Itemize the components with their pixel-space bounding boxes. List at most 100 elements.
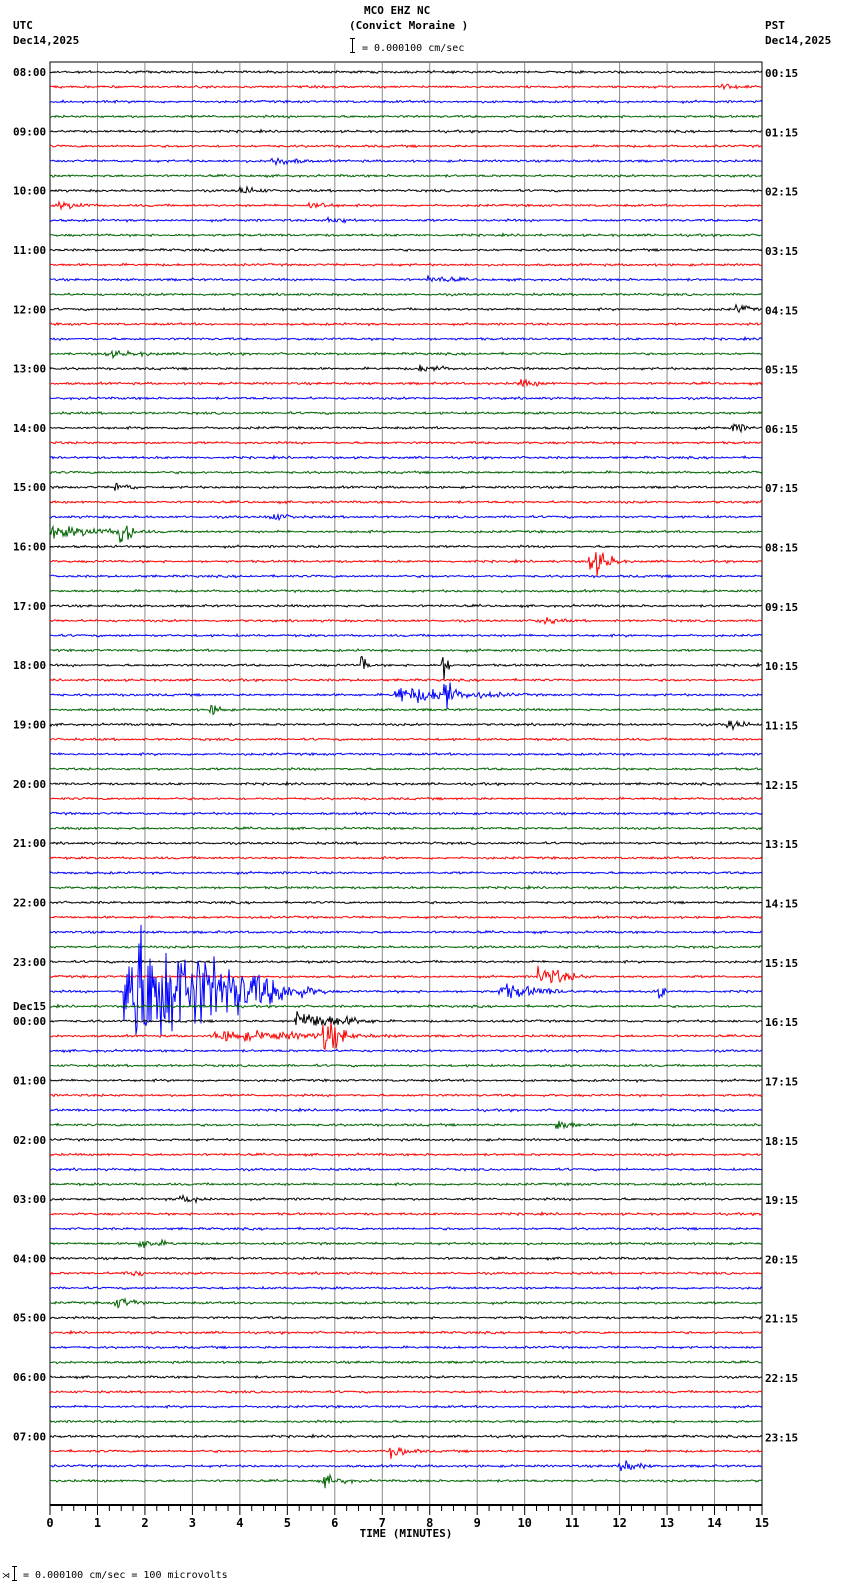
trace-line xyxy=(49,499,763,505)
trace-line xyxy=(49,512,763,522)
trace-line xyxy=(49,185,763,194)
trace-line xyxy=(49,1210,763,1217)
left-hour-label: 19:00 xyxy=(13,719,46,732)
trace-line xyxy=(49,395,763,401)
trace-line xyxy=(49,1315,763,1321)
right-hour-label: 22:15 xyxy=(765,1372,798,1385)
trace-line xyxy=(49,1285,763,1291)
trace-line xyxy=(49,1107,763,1113)
trace-line xyxy=(49,303,763,314)
right-hour-label: 21:15 xyxy=(765,1313,798,1326)
trace-line xyxy=(49,840,763,846)
trace-line xyxy=(49,959,763,965)
trace-line xyxy=(49,83,763,91)
trace-line xyxy=(49,275,763,283)
right-hour-label: 20:15 xyxy=(765,1253,798,1266)
left-hour-label: 02:00 xyxy=(13,1134,46,1147)
x-axis-label: TIME (MINUTES) xyxy=(360,1527,453,1540)
trace-line xyxy=(49,855,763,861)
right-hour-label: 18:15 xyxy=(765,1135,798,1148)
trace-line xyxy=(49,1193,763,1205)
left-hour-label: 09:00 xyxy=(13,125,46,138)
right-hour-label: 10:15 xyxy=(765,660,798,673)
trace-line xyxy=(49,1446,763,1459)
x-tick-label: 4 xyxy=(236,1516,243,1530)
footer-scale-bar-icon xyxy=(12,1566,17,1581)
trace-line xyxy=(49,544,763,550)
trace-line xyxy=(49,1078,763,1084)
left-hour-label: 03:00 xyxy=(13,1193,46,1206)
left-hour-label: 11:00 xyxy=(13,244,46,257)
trace-line xyxy=(49,1460,763,1472)
trace-line xyxy=(49,870,763,876)
trace-line xyxy=(49,751,763,757)
x-tick-label: 6 xyxy=(331,1516,338,1530)
left-hour-label: 21:00 xyxy=(13,837,46,850)
trace-line xyxy=(49,573,763,579)
trace-line xyxy=(49,1226,762,1232)
trace-line xyxy=(49,200,763,211)
trace-line xyxy=(49,737,763,742)
trace-line xyxy=(49,216,763,225)
trace-line xyxy=(49,677,763,683)
right-hour-label: 14:15 xyxy=(765,897,798,910)
trace-line xyxy=(49,1063,762,1068)
trace-line xyxy=(49,1345,763,1350)
x-tick-label: 10 xyxy=(517,1516,531,1530)
trace-line xyxy=(49,944,763,950)
trace-line xyxy=(49,1093,763,1098)
trace-line xyxy=(49,1167,763,1172)
trace-line xyxy=(49,796,763,801)
trace-line xyxy=(49,454,763,461)
right-hour-label: 09:15 xyxy=(765,601,798,614)
trace-line xyxy=(49,232,762,238)
trace-line xyxy=(49,1048,763,1054)
trace-line xyxy=(49,633,763,638)
trace-line xyxy=(50,1359,763,1365)
trace-line xyxy=(49,335,763,342)
trace-line xyxy=(49,1270,763,1277)
trace-line xyxy=(49,99,763,105)
x-tick-label: 1 xyxy=(94,1516,101,1530)
right-hour-label: 05:15 xyxy=(765,364,798,377)
left-hour-label: 04:00 xyxy=(13,1252,46,1265)
trace-line xyxy=(49,1473,763,1489)
left-hour-label: 08:00 xyxy=(13,66,46,79)
right-hour-label: 06:15 xyxy=(765,423,798,436)
x-tick-label: 3 xyxy=(189,1516,196,1530)
trace-line xyxy=(49,719,763,732)
left-hour-label: 14:00 xyxy=(13,422,46,435)
trace-line xyxy=(49,1238,763,1249)
trace-line xyxy=(49,292,763,297)
trace-line xyxy=(49,965,763,984)
trace-line xyxy=(49,1152,763,1158)
right-hour-label: 03:15 xyxy=(765,245,798,258)
right-hour-label: 00:15 xyxy=(765,67,798,80)
right-hour-label: 07:15 xyxy=(765,482,798,495)
trace-line xyxy=(49,1297,763,1309)
trace-line xyxy=(49,617,763,626)
left-hour-label: 13:00 xyxy=(13,363,46,376)
trace-line xyxy=(49,1374,763,1380)
trace-line xyxy=(49,603,763,609)
x-tick-label: 2 xyxy=(141,1516,148,1530)
x-tick-label: 11 xyxy=(565,1516,579,1530)
trace-line xyxy=(49,899,763,905)
trace-line xyxy=(49,1182,762,1187)
left-hour-label: 17:00 xyxy=(13,600,46,613)
trace-line xyxy=(49,114,763,119)
right-hour-label: 11:15 xyxy=(765,720,798,733)
right-hour-label: 17:15 xyxy=(765,1075,798,1088)
trace-line xyxy=(50,924,763,1037)
trace-line xyxy=(49,1404,763,1410)
left-hour-label: 16:00 xyxy=(13,541,46,554)
left-hour-label: 20:00 xyxy=(13,778,46,791)
left-hour-label: 23:00 xyxy=(13,956,46,969)
trace-line xyxy=(49,128,763,134)
trace-line xyxy=(49,262,763,268)
trace-line xyxy=(49,321,763,327)
left-hour-label: 15:00 xyxy=(13,481,46,494)
trace-line xyxy=(50,422,763,434)
trace-line xyxy=(49,482,763,491)
right-hour-label: 19:15 xyxy=(765,1194,798,1207)
